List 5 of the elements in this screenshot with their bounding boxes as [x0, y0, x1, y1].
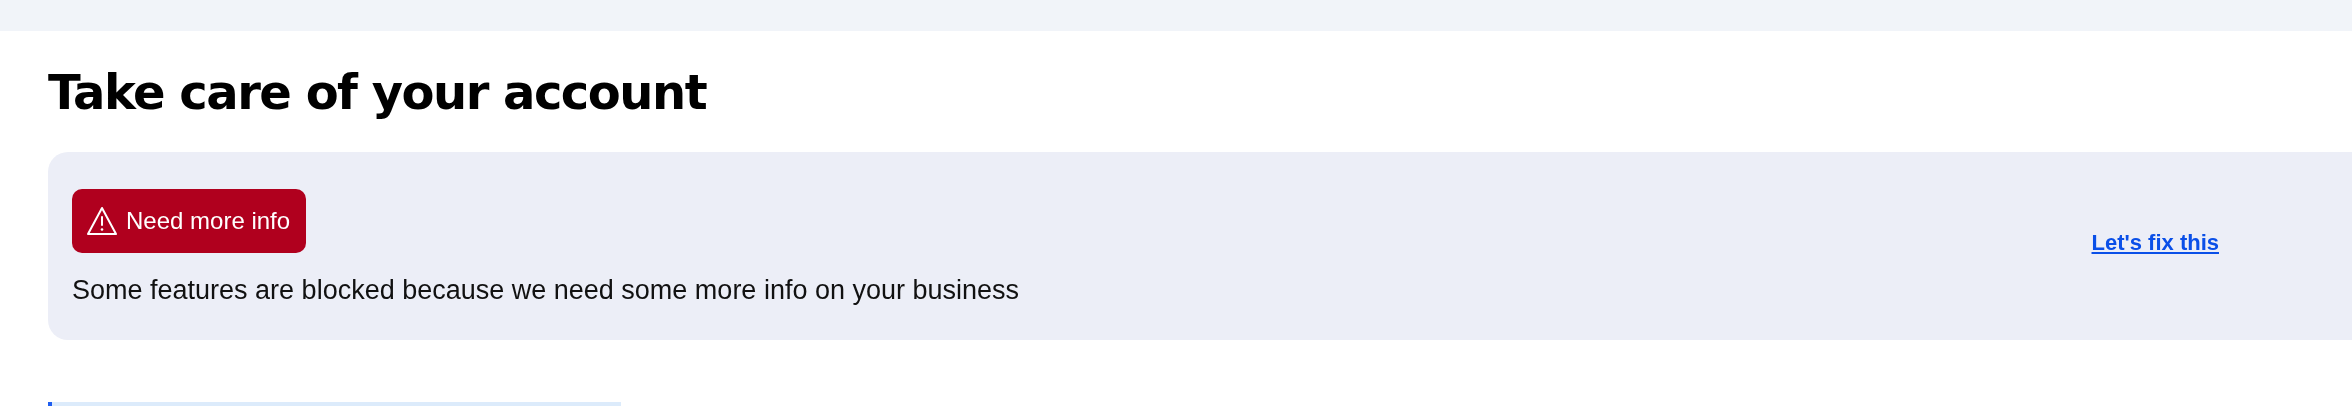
alert-message: Some features are blocked because we need some more info on your business [72, 274, 1020, 306]
fix-link[interactable]: Let's fix this [2091, 230, 2219, 256]
warning-icon [86, 205, 118, 236]
badge-label: Need more info [126, 206, 291, 235]
page-heading: Take care of your account [48, 63, 707, 122]
